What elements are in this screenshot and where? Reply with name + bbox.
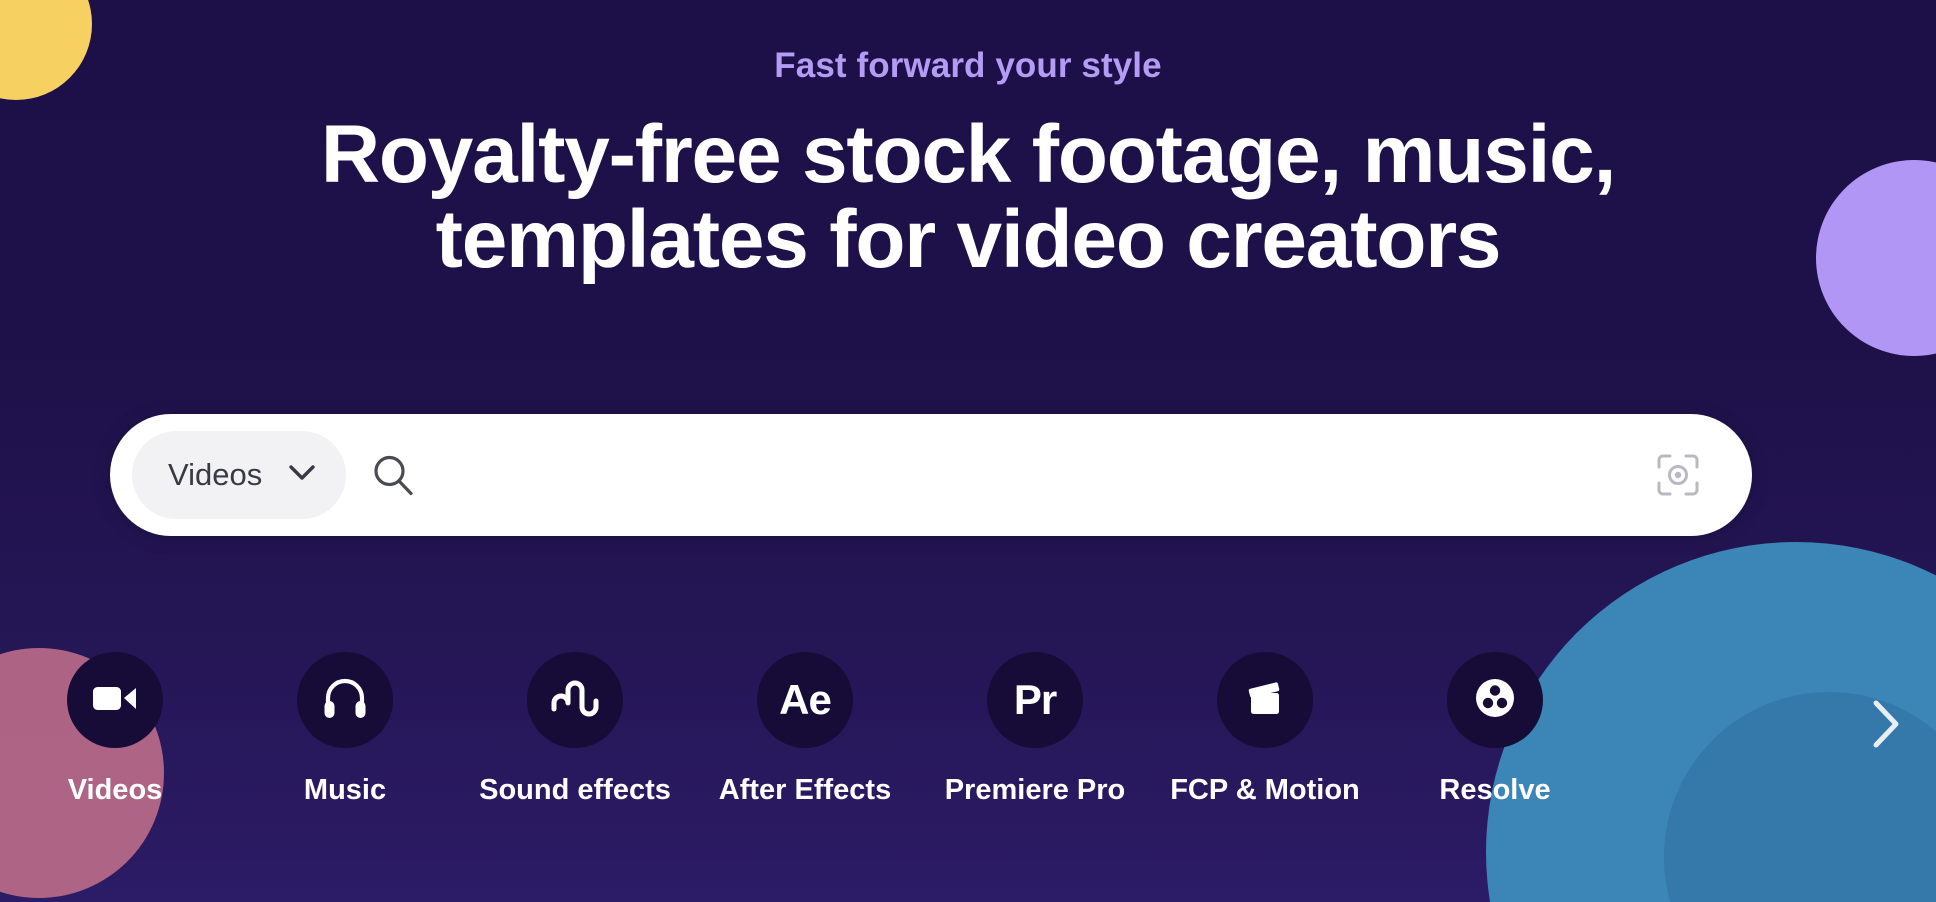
category-icon-circle <box>67 652 163 748</box>
carousel-next-button[interactable] <box>1852 692 1918 758</box>
category-item-fcp-motion[interactable]: FCP & Motion <box>1150 652 1380 807</box>
adobe-after-effects-icon: Ae <box>779 676 832 723</box>
category-label: Sound effects <box>479 774 671 806</box>
video-camera-icon <box>90 678 140 723</box>
category-label: Videos <box>67 774 163 806</box>
page-title: Royalty-free stock footage, music, templ… <box>0 112 1936 283</box>
category-item-premiere-pro[interactable]: Pr Premiere Pro <box>920 652 1150 807</box>
search-type-dropdown[interactable]: Videos <box>132 431 347 519</box>
category-icon-circle <box>297 652 393 748</box>
search-bar: Videos <box>110 414 1752 536</box>
chevron-right-icon <box>1865 696 1905 755</box>
davinci-resolve-icon <box>1472 675 1518 726</box>
search-input[interactable] <box>436 445 1650 505</box>
chevron-down-icon <box>288 464 316 487</box>
category-carousel: Videos Music Sound effects Ae After Effe… <box>0 652 1936 806</box>
category-label: Resolve <box>1439 774 1551 806</box>
category-label: Music <box>303 774 387 806</box>
category-icon-circle: Ae <box>757 652 853 748</box>
headline-line-1: Royalty-free stock footage, music, <box>320 109 1617 200</box>
category-icon-circle <box>1447 652 1543 748</box>
search-icon <box>370 452 416 498</box>
category-item-resolve[interactable]: Resolve <box>1380 652 1610 807</box>
category-icon-circle: Pr <box>987 652 1083 748</box>
category-item-music[interactable]: Music <box>230 652 460 807</box>
adobe-premiere-pro-icon: Pr <box>1013 676 1057 723</box>
category-item-sound-effects[interactable]: Sound effects <box>460 652 690 807</box>
hero-section: Fast forward your style Royalty-free sto… <box>0 0 1936 902</box>
category-label: FCP & Motion <box>1170 774 1360 806</box>
search-type-value: Videos <box>168 457 263 492</box>
clapperboard-icon <box>1242 675 1288 726</box>
headphones-icon <box>321 675 369 726</box>
hero-eyebrow: Fast forward your style <box>774 46 1162 85</box>
category-label: Premiere Pro <box>944 774 1126 806</box>
category-icon-circle <box>527 652 623 748</box>
category-label: After Effects <box>718 774 892 806</box>
category-icon-circle <box>1217 652 1313 748</box>
headline-line-2: templates for video creators <box>435 194 1502 286</box>
visual-search-camera-icon[interactable] <box>1650 447 1706 503</box>
category-item-videos[interactable]: Videos <box>0 652 230 807</box>
sound-wave-icon <box>549 677 601 724</box>
category-item-after-effects[interactable]: Ae After Effects <box>690 652 920 807</box>
